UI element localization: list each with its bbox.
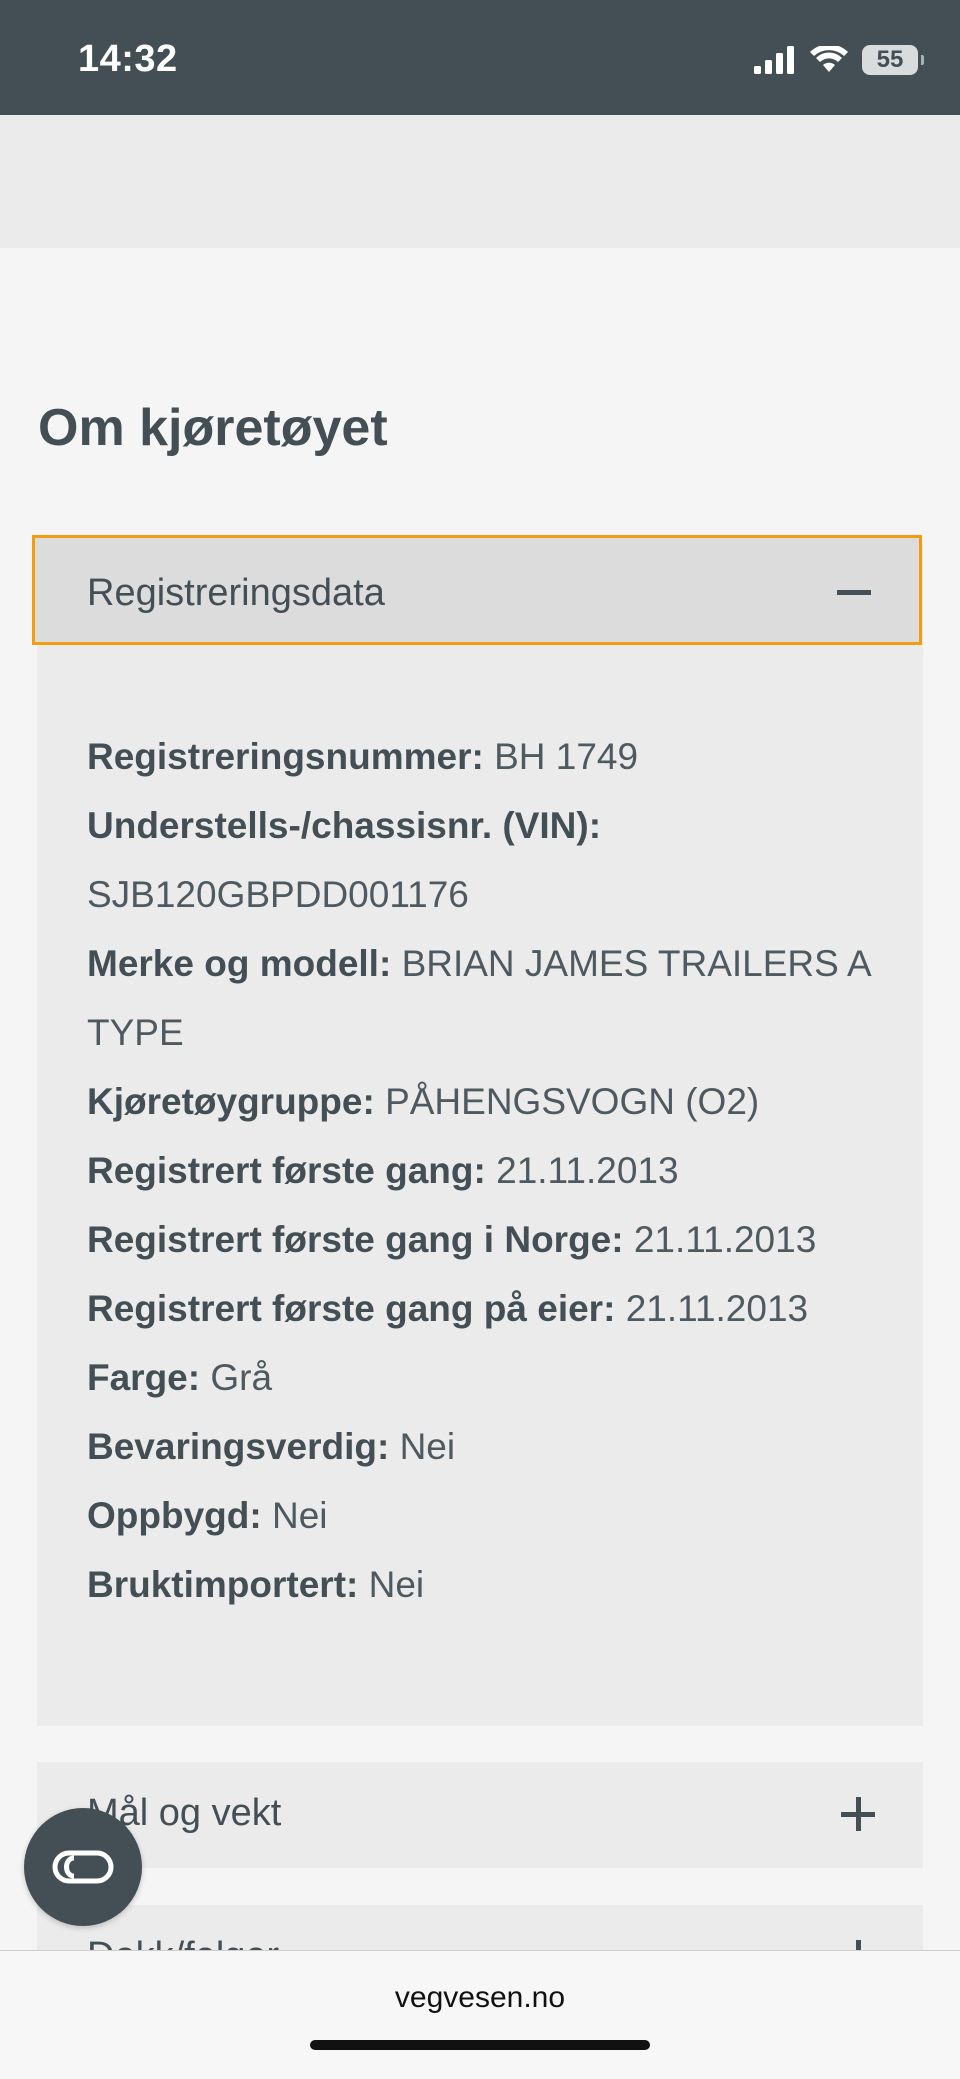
reg-row-vin: Understells-/chassisnr. (VIN): SJB120GBP… xyxy=(87,791,887,929)
reg-value: Grå xyxy=(210,1357,273,1398)
reg-label: Kjøretøygruppe: xyxy=(87,1081,375,1122)
reg-value: Nei xyxy=(368,1564,425,1605)
reg-label: Farge: xyxy=(87,1357,201,1398)
reg-value: SJB120GBPDD001176 xyxy=(87,874,469,915)
reg-row-bruktimportert: Bruktimportert: Nei xyxy=(87,1550,887,1619)
home-indicator[interactable] xyxy=(310,2040,650,2050)
reg-label: Bruktimportert: xyxy=(87,1564,359,1605)
reg-label: Registrert første gang på eier: xyxy=(87,1288,616,1329)
page-title: Om kjøretøyet xyxy=(38,399,388,457)
url-text[interactable]: vegvesen.no xyxy=(0,1981,960,2015)
reg-row-forste-gang-norge: Registrert første gang i Norge: 21.11.20… xyxy=(87,1205,887,1274)
reg-row-oppbygd: Oppbygd: Nei xyxy=(87,1481,887,1550)
reg-row-forste-gang: Registrert første gang: 21.11.2013 xyxy=(87,1136,887,1205)
chat-button[interactable] xyxy=(24,1808,142,1926)
battery-icon: 55 xyxy=(862,45,924,75)
chat-icon xyxy=(52,1850,114,1884)
reg-label: Registrert første gang: xyxy=(87,1150,486,1191)
reg-value: 21.11.2013 xyxy=(633,1219,817,1260)
reg-row-farge: Farge: Grå xyxy=(87,1343,887,1412)
reg-value: BH 1749 xyxy=(494,736,639,777)
signal-icon xyxy=(754,46,794,74)
reg-label: Registreringsnummer: xyxy=(87,736,484,777)
battery-level: 55 xyxy=(876,46,904,73)
reg-row-bevaringsverdig: Bevaringsverdig: Nei xyxy=(87,1412,887,1481)
wifi-icon xyxy=(810,46,848,72)
reg-value: Nei xyxy=(399,1426,456,1467)
reg-value: 21.11.2013 xyxy=(625,1288,809,1329)
status-time: 14:32 xyxy=(78,38,178,80)
registreringsdata-list: Registreringsnummer: BH 1749 Understells… xyxy=(87,722,887,1619)
reg-label: Bevaringsverdig: xyxy=(87,1426,390,1467)
status-icons: 55 xyxy=(754,40,924,80)
reg-label: Oppbygd: xyxy=(87,1495,262,1536)
reg-row-registreringsnummer: Registreringsnummer: BH 1749 xyxy=(87,722,887,791)
registreringsdata-accordion-header[interactable]: Registreringsdata xyxy=(32,535,922,645)
reg-label: Merke og modell: xyxy=(87,943,392,984)
reg-value: Nei xyxy=(271,1495,328,1536)
reg-row-merke-modell: Merke og modell: BRIAN JAMES TRAILERS A … xyxy=(87,929,887,1067)
top-banner-area xyxy=(0,115,960,248)
reg-value: 21.11.2013 xyxy=(496,1150,679,1191)
reg-row-kjoretoygruppe: Kjøretøygruppe: PÅHENGSVOGN (O2) xyxy=(87,1067,887,1136)
reg-row-forste-gang-eier: Registrert første gang på eier: 21.11.20… xyxy=(87,1274,887,1343)
status-bar: 14:32 55 xyxy=(0,0,960,115)
plus-icon xyxy=(841,1797,875,1831)
reg-label: Registrert første gang i Norge: xyxy=(87,1219,624,1260)
accordion-title: Registreringsdata xyxy=(87,572,385,614)
reg-value: PÅHENGSVOGN (O2) xyxy=(385,1081,760,1122)
mal-og-vekt-accordion-header[interactable]: Mål og vekt xyxy=(37,1762,923,1868)
reg-label: Understells-/chassisnr. (VIN): xyxy=(87,805,602,846)
minus-icon xyxy=(837,590,871,595)
browser-address-bar[interactable]: vegvesen.no xyxy=(0,1950,960,2079)
